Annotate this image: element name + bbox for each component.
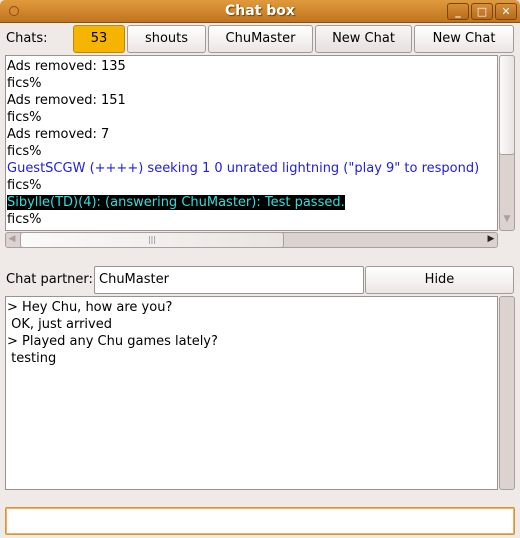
console-line: fics%	[7, 211, 496, 228]
chat-history[interactable]: > Hey Chu, how are you? OK, just arrived…	[5, 296, 498, 490]
console-line: Ads removed: 135	[7, 58, 496, 75]
console-line: GuestSCGW (++++) seeking 1 0 unrated lig…	[7, 160, 496, 177]
scroll-left-icon[interactable]: ◀	[7, 234, 17, 244]
console-line: fics%	[7, 143, 496, 160]
scroll-down-icon[interactable]: ▼	[500, 214, 514, 224]
tab-chumaster[interactable]: ChuMaster	[208, 25, 313, 53]
console-line-text: fics%	[7, 178, 42, 193]
window-title: Chat box	[225, 3, 295, 19]
minimize-button[interactable]: _	[447, 3, 469, 20]
chat-line: OK, just arrived	[7, 317, 112, 332]
console-horizontal-scrollbar[interactable]: ||| ◀ ▶	[5, 232, 498, 248]
tab-new-chat-2[interactable]: New Chat	[414, 25, 514, 53]
console-line-text: GuestSCGW (++++) seeking 1 0 unrated lig…	[7, 161, 480, 176]
scroll-right-icon[interactable]: ▶	[486, 234, 496, 244]
chat-vertical-scrollbar[interactable]	[499, 296, 515, 490]
message-input[interactable]	[5, 507, 515, 535]
console-line: Ads removed: 151	[7, 92, 496, 109]
maximize-button[interactable]: □	[471, 3, 493, 20]
chat-line: > Hey Chu, how are you?	[7, 300, 173, 315]
scroll-thumb[interactable]	[499, 55, 515, 155]
console-line-text: fics%	[7, 76, 42, 91]
console-vertical-scrollbar[interactable]: ▼	[499, 55, 515, 231]
console-line-text: fics%	[7, 144, 42, 159]
console-output[interactable]: Ads removed: 135 fics% Ads removed: 151 fic…	[5, 55, 498, 231]
chat-partner-input[interactable]: ChuMaster	[94, 266, 364, 294]
hscroll-thumb[interactable]: |||	[20, 232, 284, 248]
chats-label: Chats:	[6, 31, 48, 46]
hide-button[interactable]: Hide	[365, 266, 514, 294]
console-line: fics%	[7, 177, 496, 194]
console-line: Ads removed: 7	[7, 126, 496, 143]
chat-line: testing	[7, 351, 57, 366]
console-line: fics%	[7, 75, 496, 92]
tab-new-chat-1[interactable]: New Chat	[315, 25, 412, 53]
console-line-text: Sibylle(TD)(4): (answering ChuMaster): T…	[7, 195, 345, 210]
tab-shouts[interactable]: shouts	[127, 25, 206, 53]
chat-line: > Played any Chu games lately?	[7, 334, 218, 349]
title-bar: Chat box _ □ ✕	[0, 0, 520, 23]
console-line: fics%	[7, 109, 496, 126]
console-line-text: Ads removed: 151	[7, 93, 126, 108]
console-line-text: Ads removed: 7	[7, 127, 110, 142]
close-button[interactable]: ✕	[495, 3, 517, 20]
tab-53[interactable]: 53	[73, 25, 125, 53]
console-line-text: Ads removed: 135	[7, 59, 126, 74]
console-line-text: fics%	[7, 110, 42, 125]
console-line-text: fics%	[7, 212, 42, 227]
chat-partner-label: Chat partner:	[6, 272, 93, 287]
console-line: Sibylle(TD)(4): (answering ChuMaster): T…	[7, 194, 496, 211]
